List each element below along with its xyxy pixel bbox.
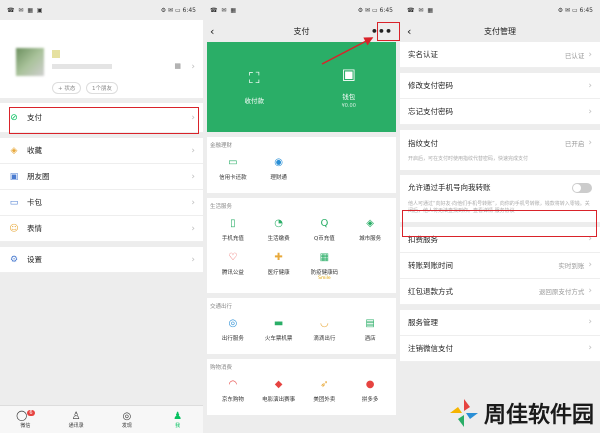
row-fingerprint[interactable]: 指纹支付 已开启 › [400,130,600,156]
row-realname[interactable]: 实名认证 已认证 › [400,42,600,68]
chevron-right-icon: › [588,106,592,117]
chevron-right-icon: › [588,343,592,353]
row-cancel-wechat-pay[interactable]: 注销微信支付 › [400,335,600,362]
row-service-management[interactable]: 服务管理 › [400,309,600,336]
watermark: 周佳软件园 [448,397,594,429]
chevron-right-icon: › [588,49,592,60]
chevron-right-icon: › [588,286,592,296]
chevron-right-icon: › [588,138,592,148]
row-transfer-time[interactable]: 转账到账时间 实时到账 › [400,252,600,279]
row-phone-transfer: 允许通过手机号向我转账 [400,174,600,201]
chevron-right-icon: › [588,260,592,270]
phone-transfer-toggle[interactable] [572,182,592,193]
page-title: 支付管理 [484,26,516,36]
chevron-right-icon: › [588,317,592,327]
row-redpacket-refund[interactable]: 红包退款方式 退回原支付方式 › [400,278,600,305]
fingerprint-description: 开启后，可在支付时使用指纹代替密码，快速完成支付 [400,156,600,170]
chevron-right-icon: › [588,80,592,91]
back-icon[interactable]: ‹ [407,25,411,38]
payment-management-screen: ☎ ✉ ▦ ⚙ ✉ ▭ 6:45 ‹ 支付管理 实名认证 已认证 › 修改支付密码 › … [400,0,600,433]
nav-bar: ‹ 支付管理 [400,20,600,42]
watermark-logo-icon [449,399,478,427]
row-forgot-password[interactable]: 忘记支付密码 › [400,99,600,125]
status-bar: ☎ ✉ ▦ ⚙ ✉ ▭ 6:45 [407,6,593,14]
row-change-password[interactable]: 修改支付密码 › [400,73,600,99]
highlight-box [402,210,597,237]
